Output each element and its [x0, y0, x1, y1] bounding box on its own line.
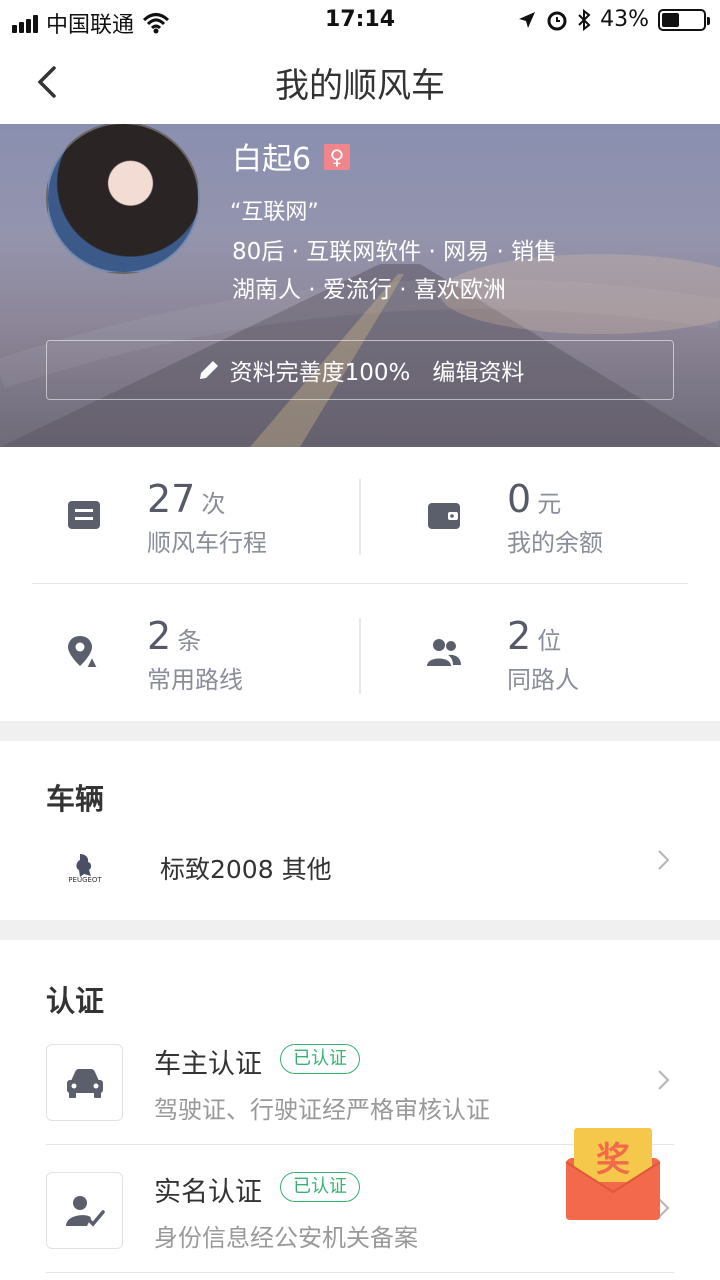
cert-owner-badge: 已认证 — [280, 1044, 360, 1074]
people-icon — [427, 639, 461, 666]
cert-identity-desc: 身份信息经公安机关备案 — [154, 1224, 418, 1252]
status-right: 43% — [517, 7, 710, 32]
stat-trips-label: 顺风车行程 — [147, 529, 267, 557]
stat-companions-unit: 位 — [537, 627, 562, 655]
reward-envelope-button[interactable]: 奖 — [564, 1126, 662, 1222]
route-icon — [68, 636, 100, 669]
female-icon: ♀ — [324, 144, 350, 170]
stat-companions[interactable]: 2位 同路人 — [360, 584, 720, 721]
completeness-text: 资料完善度100% — [229, 360, 411, 386]
cert-section-title: 认证 — [46, 984, 105, 1018]
stat-companions-label: 同路人 — [507, 666, 579, 694]
cert-identity-title: 实名认证 — [154, 1177, 262, 1208]
pencil-icon — [199, 361, 218, 379]
user-name: 白起6 — [232, 142, 312, 177]
chevron-right-icon — [658, 850, 670, 870]
vehicle-name: 标致2008 其他 — [160, 855, 332, 884]
stats-grid: 27 次 顺风车行程 0元 我的余额 2条 常用路线 2位 同路人 — [0, 447, 720, 721]
wallet-icon — [428, 503, 460, 529]
verified-user-icon — [65, 1195, 105, 1227]
stat-routes-value: 2 — [147, 614, 172, 658]
stat-balance-value: 0 — [507, 477, 532, 521]
stat-trips-unit: 次 — [201, 490, 226, 518]
chevron-right-icon — [658, 1070, 670, 1090]
bluetooth-icon — [578, 8, 591, 31]
edit-profile-button[interactable]: 资料完善度100% 编辑资料 — [46, 340, 674, 400]
stat-routes[interactable]: 2条 常用路线 — [0, 584, 360, 721]
stat-routes-unit: 条 — [177, 627, 202, 655]
stat-balance-unit: 元 — [537, 490, 562, 518]
cert-identity-badge: 已认证 — [280, 1172, 360, 1202]
user-tag: “互联网” — [230, 200, 319, 225]
cert-owner-desc: 驾驶证、行驶证经严格审核认证 — [154, 1096, 490, 1124]
divider — [46, 1272, 674, 1273]
battery-icon — [658, 8, 710, 31]
vehicle-row[interactable]: PEUGEOT 标致2008 其他 — [0, 830, 720, 900]
user-info-line-1: 80后 · 互联网软件 · 网易 · 销售 — [232, 239, 558, 265]
edit-profile-label: 编辑资料 — [432, 360, 525, 386]
section-gap — [0, 920, 720, 940]
trip-icon — [68, 501, 100, 529]
stat-routes-value-group: 2条 — [147, 614, 201, 658]
nav-bar: 我的顺风车 — [0, 40, 720, 124]
stat-trips[interactable]: 27 次 顺风车行程 — [0, 447, 360, 584]
stat-balance-value-group: 0元 — [507, 477, 561, 521]
section-gap — [0, 721, 720, 741]
avatar[interactable] — [46, 124, 200, 274]
status-bar: 中国联通 17:14 43% — [0, 0, 720, 40]
stat-balance[interactable]: 0元 我的余额 — [360, 447, 720, 584]
peugeot-wordmark: PEUGEOT — [68, 876, 102, 884]
page-title: 我的顺风车 — [275, 66, 445, 106]
user-info-line-2: 湖南人 · 爱流行 · 喜欢欧洲 — [232, 277, 506, 303]
stat-trips-value: 27 — [147, 477, 196, 521]
profile-header: 白起6 ♀ “互联网” 80后 · 互联网软件 · 网易 · 销售 湖南人 · … — [0, 124, 720, 447]
stat-companions-value-group: 2位 — [507, 614, 561, 658]
cert-icon-box — [46, 1044, 123, 1121]
battery-percent: 43% — [600, 7, 649, 32]
cert-owner-title: 车主认证 — [154, 1049, 262, 1080]
alarm-icon — [547, 11, 567, 30]
completeness-group: 资料完善度100% — [196, 353, 411, 387]
car-icon — [66, 1068, 103, 1098]
vehicle-section-title: 车辆 — [46, 782, 105, 816]
stat-trips-value-group: 27 次 — [147, 477, 225, 521]
stat-balance-label: 我的余额 — [507, 529, 603, 557]
stat-companions-value: 2 — [507, 614, 532, 658]
stat-routes-label: 常用路线 — [147, 666, 243, 694]
battery-fill — [662, 12, 680, 27]
location-arrow-icon — [519, 11, 536, 28]
cert-icon-box — [46, 1172, 123, 1249]
reward-label: 奖 — [596, 1140, 630, 1180]
